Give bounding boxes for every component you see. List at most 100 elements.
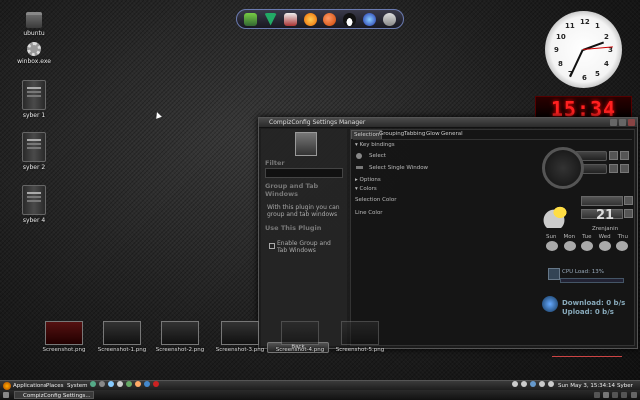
desktop-file-screenshot-3[interactable]: Screenshot-3.png — [210, 321, 270, 353]
window-titlebar[interactable]: CompizConfig Settings Manager — [259, 118, 637, 128]
minimize-button[interactable] — [610, 119, 617, 126]
plugin-title: Group and Tab Windows — [265, 182, 319, 198]
bluetooth-icon[interactable] — [530, 381, 536, 387]
taskbar-item-label: CompizConfig Settings... — [23, 393, 91, 399]
desktop-icon-label: syber 2 — [22, 164, 46, 171]
line-color-label: Line Color — [355, 210, 383, 216]
green-app-icon[interactable] — [264, 12, 278, 26]
maximize-button[interactable] — [619, 119, 626, 126]
taskbar-item-compizconfig[interactable]: CompizConfig Settings... — [14, 391, 94, 399]
weather-forecast-icons — [546, 241, 628, 257]
volume-icon[interactable] — [548, 381, 554, 387]
app-icon[interactable] — [244, 12, 258, 26]
file-label: Screenshot.png — [42, 347, 86, 353]
desktop-icon-ubuntu[interactable]: ubuntu — [4, 12, 64, 37]
computer-icon — [22, 80, 46, 110]
ball-icon[interactable] — [323, 12, 337, 26]
launcher-icon[interactable] — [108, 381, 114, 387]
filter-label: Filter — [265, 159, 285, 167]
selection-color-reset-button[interactable] — [624, 196, 633, 205]
image-thumbnail — [281, 321, 319, 345]
firefox-icon[interactable] — [303, 12, 317, 26]
plugin-description: With this plugin you can group and tab w… — [267, 204, 340, 218]
launcher-icon[interactable] — [99, 381, 105, 387]
weather-day: Tue — [582, 234, 592, 240]
mouse-cursor-icon — [154, 111, 162, 119]
select-reset-button[interactable] — [620, 151, 629, 160]
desktop-icon-winbox[interactable]: winbox.exe — [4, 42, 64, 65]
network-tray-icon[interactable] — [539, 381, 545, 387]
globe-icon[interactable] — [362, 12, 376, 26]
selection-color-button[interactable] — [581, 196, 623, 206]
workspace-3[interactable] — [612, 392, 618, 398]
launcher-icon[interactable] — [117, 381, 123, 387]
launcher-icon[interactable] — [153, 381, 159, 387]
tux-icon[interactable] — [343, 12, 357, 26]
dock — [236, 9, 404, 29]
file-label: Screenshot-1.png — [97, 347, 147, 353]
weather-location: Zrenjanin — [592, 226, 619, 232]
media-icon[interactable] — [283, 12, 297, 26]
tab-general[interactable]: General — [439, 130, 465, 138]
left-pane: Filter Group and Tab Windows With this p… — [261, 129, 347, 353]
workspace-2[interactable] — [603, 392, 609, 398]
upload-rate: Upload: 0 b/s — [562, 308, 614, 316]
trash-icon[interactable] — [631, 392, 637, 398]
close-button[interactable] — [628, 119, 635, 126]
desktop-file-screenshot[interactable]: Screenshot.png — [34, 321, 94, 353]
download-rate: Download: 0 b/s — [562, 299, 626, 307]
weather-day: Mon — [563, 234, 576, 240]
cpu-load: CPU Load: 13% — [562, 269, 604, 275]
desktop-icon-syber-4[interactable]: syber 4 — [4, 185, 64, 224]
tab-separator — [353, 139, 632, 140]
image-thumbnail — [221, 321, 259, 345]
key-bindings-label: Key bindings — [359, 142, 395, 148]
file-label: Screenshot-3.png — [215, 347, 265, 353]
launcher-icon[interactable] — [90, 381, 96, 387]
key-bindings-expander[interactable]: ▾ Key bindings — [355, 142, 395, 148]
workspace-4[interactable] — [621, 392, 627, 398]
mouse-icon — [356, 153, 362, 159]
tray-icon[interactable] — [512, 381, 518, 387]
clock-number: 1 — [595, 22, 600, 30]
launcher-icon[interactable] — [126, 381, 132, 387]
hdd-icon[interactable] — [382, 12, 396, 26]
colors-expander[interactable]: ▾ Colors — [355, 186, 377, 192]
desktop-file-screenshot-4[interactable]: Screenshot-4.png — [270, 321, 330, 353]
select-edit-button[interactable] — [609, 151, 618, 160]
select-single-label: Select Single Window — [369, 165, 429, 171]
desktop-file-screenshot-2[interactable]: Screenshot-2.png — [150, 321, 210, 353]
colors-label: Colors — [359, 186, 377, 192]
image-thumbnail — [341, 321, 379, 345]
desktop-file-screenshot-1[interactable]: Screenshot-1.png — [92, 321, 152, 353]
selection-color-label: Selection Color — [355, 197, 397, 203]
file-label: Screenshot-5.png — [335, 347, 385, 353]
desktop-icon-syber-2[interactable]: syber 2 — [4, 132, 64, 171]
desktop-file-screenshot-5[interactable]: Screenshot-5.png — [330, 321, 390, 353]
desktop-icon-label: winbox.exe — [17, 58, 51, 65]
enable-checkbox[interactable] — [269, 243, 275, 249]
desktop-icon-label: syber 4 — [22, 217, 46, 224]
launcher-icon[interactable] — [144, 381, 150, 387]
show-desktop-icon[interactable] — [3, 392, 9, 398]
cpu-bar — [560, 278, 624, 283]
clock-number: 5 — [595, 70, 600, 78]
line-color-reset-button[interactable] — [624, 209, 633, 218]
enable-label: Enable Group and Tab Windows — [277, 240, 331, 254]
weather-day: Thu — [617, 234, 628, 240]
network-icon — [542, 296, 558, 312]
keyboard-icon — [356, 166, 363, 169]
gauge-widget — [542, 147, 584, 189]
image-thumbnail — [103, 321, 141, 345]
cloud-icon — [581, 241, 593, 251]
options-expander[interactable]: ▸ Options — [355, 177, 381, 183]
workspace-1[interactable] — [594, 392, 600, 398]
select-single-edit-button[interactable] — [609, 164, 618, 173]
clock-number: 10 — [556, 33, 566, 41]
launcher-icon[interactable] — [135, 381, 141, 387]
select-single-reset-button[interactable] — [620, 164, 629, 173]
desktop-icon-syber-1[interactable]: syber 1 — [4, 80, 64, 119]
filter-input[interactable] — [265, 168, 343, 178]
tray-icon[interactable] — [521, 381, 527, 387]
ubuntu-logo-icon — [3, 382, 11, 390]
